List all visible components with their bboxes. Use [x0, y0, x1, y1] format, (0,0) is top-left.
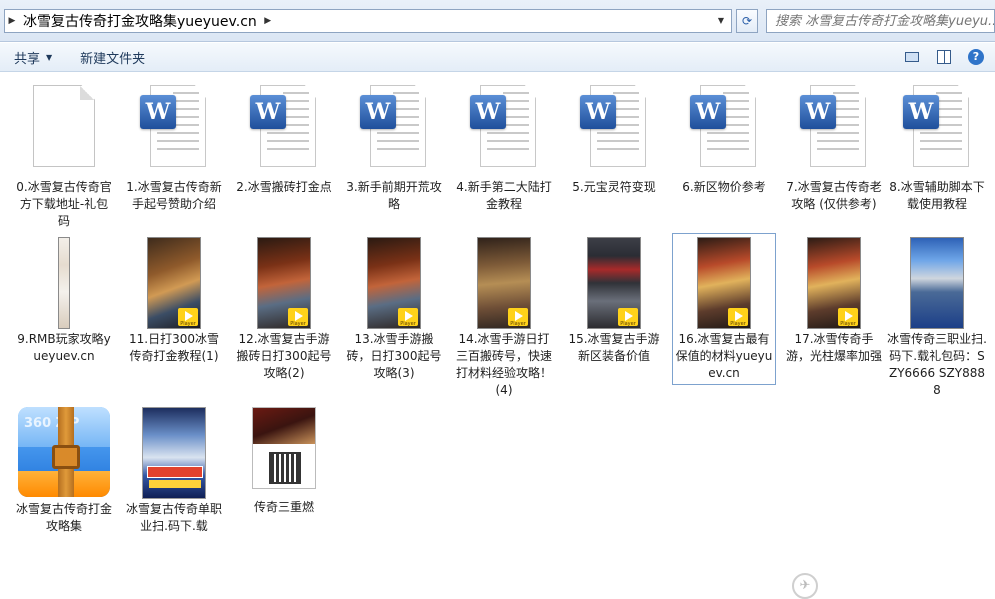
preview-pane-icon	[937, 50, 951, 64]
file-item[interactable]: W 3.新手前期开荒攻略	[342, 85, 446, 213]
new-folder-label: 新建文件夹	[80, 51, 146, 67]
file-name: 11.日打300冰雪传奇打金教程(1)	[129, 332, 219, 363]
file-name: 15.冰雪复古手游新区装备价值	[568, 332, 660, 363]
video-thumbnail: Player	[477, 237, 531, 329]
file-item[interactable]: 冰雪复古传奇单职业扫.码下.载	[122, 407, 226, 535]
file-item[interactable]: W 8.冰雪辅助脚本下载使用教程	[885, 85, 989, 213]
file-name: 1.冰雪复古传奇新手起号赞助介绍	[126, 180, 222, 211]
blank-file-icon	[33, 85, 95, 167]
file-item[interactable]: W 5.元宝灵符变现	[562, 85, 666, 196]
image-thumbnail	[58, 237, 70, 329]
new-folder-button[interactable]: 新建文件夹	[66, 43, 159, 71]
file-item[interactable]: Player 14.冰雪手游日打三百搬砖号，快速打材料经验攻略！(4)	[452, 237, 556, 399]
file-name: 8.冰雪辅助脚本下载使用教程	[889, 180, 985, 211]
change-view-button[interactable]	[901, 46, 923, 68]
breadcrumb-current-folder[interactable]: 冰雪复古传奇打金攻略集yueyuev.cn	[19, 11, 261, 31]
player-badge-icon: Player	[508, 308, 528, 327]
word-document-icon: W	[690, 85, 758, 169]
player-badge-icon: Player	[838, 308, 858, 327]
file-item[interactable]: W 1.冰雪复古传奇新手起号赞助介绍	[122, 85, 226, 213]
file-item[interactable]: Player 13.冰雪手游搬砖，日打300起号攻略(3)	[342, 237, 446, 382]
file-item[interactable]: Player 17.冰雪传奇手游，光柱爆率加强	[782, 237, 886, 365]
refresh-button[interactable]: ⟳	[736, 9, 758, 33]
word-document-icon: W	[360, 85, 428, 169]
share-button[interactable]: 共享 ▼	[0, 43, 66, 71]
file-name: 17.冰雪传奇手游，光柱爆率加强	[785, 332, 882, 363]
breadcrumb-arrow-icon[interactable]: ▶	[5, 16, 19, 26]
word-document-icon: W	[800, 85, 868, 169]
file-item[interactable]: W 7.冰雪复古传奇老攻略 (仅供参考)	[782, 85, 886, 213]
player-badge-icon: Player	[398, 308, 418, 327]
file-item-selected[interactable]: Player 16.冰雪复古最有保值的材料yueyuev.cn	[672, 233, 776, 385]
chevron-down-icon: ▼	[46, 52, 53, 62]
file-item[interactable]: 冰雪传奇三职业扫.码下.载礼包码：SZY6666 SZY8888	[885, 237, 989, 399]
qr-code-icon	[269, 452, 301, 484]
file-item[interactable]: 0.冰雪复古传奇官方下载地址-礼包码	[12, 85, 116, 230]
file-name: 7.冰雪复古传奇老攻略 (仅供参考)	[786, 180, 882, 211]
help-button[interactable]: ?	[965, 46, 987, 68]
image-thumbnail	[252, 407, 316, 489]
file-name: 6.新区物价参考	[682, 180, 766, 194]
word-document-icon: W	[250, 85, 318, 169]
file-name: 传奇三重燃	[253, 500, 314, 514]
video-thumbnail: Player	[367, 237, 421, 329]
player-badge-icon: Player	[178, 308, 198, 327]
file-name: 冰雪复古传奇打金攻略集	[15, 502, 112, 533]
breadcrumb-chevron-icon[interactable]: ▶	[261, 16, 275, 26]
file-name: 16.冰雪复古最有保值的材料yueyuev.cn	[675, 332, 773, 380]
player-badge-icon: Player	[288, 308, 308, 327]
image-thumbnail	[142, 407, 206, 499]
file-name: 0.冰雪复古传奇官方下载地址-礼包码	[16, 180, 112, 228]
file-item[interactable]: 9.RMB玩家攻略yueyuev.cn	[12, 237, 116, 365]
player-badge-icon: Player	[618, 308, 638, 327]
file-name: 3.新手前期开荒攻略	[346, 180, 442, 211]
file-item[interactable]: Player 12.冰雪复古手游搬砖日打300起号攻略(2)	[232, 237, 336, 382]
file-name: 冰雪传奇三职业扫.码下.载礼包码：SZY6666 SZY8888	[887, 332, 987, 397]
video-thumbnail: Player	[587, 237, 641, 329]
search-box[interactable]	[766, 9, 995, 33]
video-thumbnail: Player	[697, 237, 751, 329]
watermark-logo-icon: ✈	[792, 573, 818, 599]
file-item[interactable]: W 6.新区物价参考	[672, 85, 776, 196]
file-name: 12.冰雪复古手游搬砖日打300起号攻略(2)	[236, 332, 332, 380]
word-document-icon: W	[470, 85, 538, 169]
breadcrumb[interactable]: ▶ 冰雪复古传奇打金攻略集yueyuev.cn ▶ ▼	[4, 9, 732, 33]
file-name: 2.冰雪搬砖打金点	[236, 180, 332, 194]
file-item[interactable]: 360 ZIP 冰雪复古传奇打金攻略集	[12, 407, 116, 535]
video-thumbnail: Player	[807, 237, 861, 329]
file-item[interactable]: Player 11.日打300冰雪传奇打金教程(1)	[122, 237, 226, 365]
address-history-dropdown-icon[interactable]: ▼	[714, 14, 728, 28]
search-input[interactable]	[767, 13, 994, 29]
video-thumbnail: Player	[257, 237, 311, 329]
zip-archive-icon: 360 ZIP	[18, 407, 110, 497]
file-name: 5.元宝灵符变现	[572, 180, 656, 194]
file-name: 13.冰雪手游搬砖，日打300起号攻略(3)	[346, 332, 442, 380]
file-item[interactable]: Player 15.冰雪复古手游新区装备价值	[562, 237, 666, 365]
file-item[interactable]: W 2.冰雪搬砖打金点	[232, 85, 336, 196]
file-item[interactable]: W 4.新手第二大陆打金教程	[452, 85, 556, 213]
file-list: 0.冰雪复古传奇官方下载地址-礼包码 W 1.冰雪复古传奇新手起号赞助介绍 W …	[0, 73, 995, 599]
word-document-icon: W	[580, 85, 648, 169]
command-bar: 共享 ▼ 新建文件夹 ?	[0, 43, 995, 72]
word-document-icon: W	[903, 85, 971, 169]
view-icon	[905, 52, 919, 62]
file-item[interactable]: 传奇三重燃	[232, 407, 336, 516]
file-name: 9.RMB玩家攻略yueyuev.cn	[17, 332, 111, 363]
video-thumbnail: Player	[147, 237, 201, 329]
word-document-icon: W	[140, 85, 208, 169]
help-icon: ?	[968, 49, 984, 65]
player-badge-icon: Player	[728, 308, 748, 327]
file-name: 4.新手第二大陆打金教程	[456, 180, 552, 211]
share-label: 共享	[14, 51, 41, 67]
file-name: 冰雪复古传奇单职业扫.码下.载	[125, 502, 222, 533]
image-thumbnail	[910, 237, 964, 329]
file-name: 14.冰雪手游日打三百搬砖号，快速打材料经验攻略！(4)	[455, 332, 552, 397]
preview-pane-button[interactable]	[933, 46, 955, 68]
address-bar: ▶ 冰雪复古传奇打金攻略集yueyuev.cn ▶ ▼ ⟳	[0, 0, 995, 42]
